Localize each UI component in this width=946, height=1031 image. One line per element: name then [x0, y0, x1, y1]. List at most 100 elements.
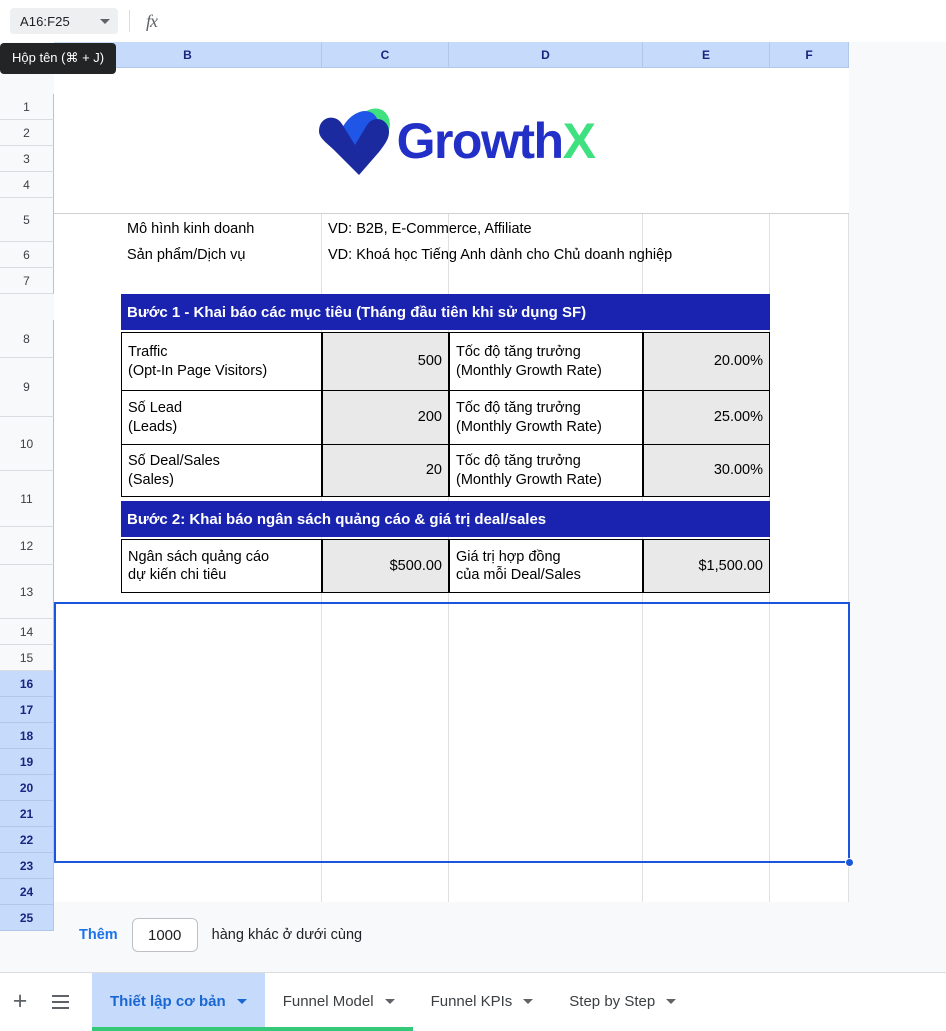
cell-b6-business-model-label[interactable]: Mô hình kinh doanh: [121, 216, 322, 242]
sheet-tab-3[interactable]: Step by Step: [551, 973, 694, 1031]
row-header-5[interactable]: 5: [0, 198, 54, 242]
cell-b10-leads-label[interactable]: Số Lead (Leads): [121, 391, 322, 445]
add-rows-count-input[interactable]: 1000: [132, 918, 198, 952]
row-header-14[interactable]: 14: [0, 619, 54, 645]
cell-b7-product-label[interactable]: Sản phẩm/Dịch vụ: [121, 242, 322, 268]
column-label: E: [702, 48, 710, 62]
column-header-d[interactable]: D: [449, 42, 643, 68]
cell-d13-deal-label[interactable]: Giá trị hợp đồng của mỗi Deal/Sales: [449, 539, 643, 593]
row-header-8[interactable]: 8: [0, 320, 54, 358]
row-header-4[interactable]: 4: [0, 172, 54, 198]
column-label: C: [381, 48, 390, 62]
divider: [129, 10, 130, 32]
cell-d9-growth-label[interactable]: Tốc độ tăng trưởng (Monthly Growth Rate): [449, 332, 643, 391]
section-2-banner[interactable]: Bước 2: Khai báo ngân sách quảng cáo & g…: [121, 501, 770, 537]
row-label: 11: [20, 492, 32, 506]
row-header-21[interactable]: 21: [0, 801, 54, 827]
row-header-15[interactable]: 15: [0, 645, 54, 671]
row-header-6[interactable]: 6: [0, 242, 54, 268]
row-label: 12: [20, 539, 33, 553]
row-label: 5: [23, 213, 30, 227]
add-rows-tail-label: hàng khác ở dưới cùng: [212, 927, 362, 943]
cell-c11-sales-value[interactable]: 20: [322, 445, 449, 497]
logo-word-accent: X: [563, 113, 595, 169]
sheet-tab-label: Thiết lập cơ bản: [110, 993, 226, 1010]
label-vi: Số Lead: [128, 399, 182, 417]
spreadsheet-grid[interactable]: B C D E F 123456789101112131415161718192…: [0, 42, 946, 972]
chevron-down-icon[interactable]: [523, 999, 533, 1004]
cell-c10-leads-value[interactable]: 200: [322, 391, 449, 445]
sheet-tab-bar: + Thiết lập cơ bản Funnel Model Funnel KPI…: [0, 972, 946, 1030]
row-header-11[interactable]: 11: [0, 471, 54, 527]
row-header-22[interactable]: 22: [0, 827, 54, 853]
cell-b13-budget-label[interactable]: Ngân sách quảng cáo dự kiến chi tiêu: [121, 539, 322, 593]
row-header-17[interactable]: 17: [0, 697, 54, 723]
row-label: 19: [20, 755, 33, 769]
cell-c6-business-model-value[interactable]: VD: B2B, E-Commerce, Affiliate: [322, 216, 782, 242]
row-label: 24: [20, 885, 33, 899]
column-header-c[interactable]: C: [322, 42, 449, 68]
cell-d10-growth-label[interactable]: Tốc độ tăng trưởng (Monthly Growth Rate): [449, 391, 643, 445]
cell-e11-growth-value[interactable]: 30.00%: [643, 445, 770, 497]
cell-c13-budget-value[interactable]: $500.00: [322, 539, 449, 593]
formula-input[interactable]: [157, 8, 946, 34]
row-header-19[interactable]: 19: [0, 749, 54, 775]
sheet-tab-1[interactable]: Funnel Model: [265, 973, 413, 1031]
function-icon[interactable]: fx: [146, 11, 157, 32]
row-header-12[interactable]: 12: [0, 527, 54, 565]
name-box-value: A16:F25: [20, 14, 70, 29]
row-header-3[interactable]: 3: [0, 146, 54, 172]
chevron-down-icon[interactable]: [385, 999, 395, 1004]
row-header-2[interactable]: 2: [0, 120, 54, 146]
cell-e9-growth-value[interactable]: 20.00%: [643, 332, 770, 391]
column-header-f[interactable]: F: [770, 42, 849, 68]
logo-banner-cell: GrowthX: [54, 68, 849, 214]
row-header-20[interactable]: 20: [0, 775, 54, 801]
column-label: F: [805, 48, 812, 62]
sheet-tab-0[interactable]: Thiết lập cơ bản: [92, 973, 265, 1031]
sheet-tab-2[interactable]: Funnel KPIs: [413, 973, 552, 1031]
label-vi: Ngân sách quảng cáo: [128, 548, 269, 566]
chevron-down-icon[interactable]: [666, 999, 676, 1004]
cell-d11-growth-label[interactable]: Tốc độ tăng trưởng (Monthly Growth Rate): [449, 445, 643, 497]
label-vi: Tốc độ tăng trưởng: [456, 343, 581, 361]
cell-b11-sales-label[interactable]: Số Deal/Sales (Sales): [121, 445, 322, 497]
growthx-logo: GrowthX: [309, 105, 595, 177]
row-header-13[interactable]: 13: [0, 565, 54, 619]
row-header-24[interactable]: 24: [0, 879, 54, 905]
label-en: của mỗi Deal/Sales: [456, 566, 581, 584]
name-box[interactable]: A16:F25: [10, 8, 118, 34]
row-header-9[interactable]: 9: [0, 358, 54, 417]
row-label: 21: [20, 807, 33, 821]
row-header-16[interactable]: 16: [0, 671, 54, 697]
cell-e13-deal-value[interactable]: $1,500.00: [643, 539, 770, 593]
row-label: 16: [20, 677, 33, 691]
logo-word-primary: Growth: [397, 113, 563, 169]
label-vi: Tốc độ tăng trưởng: [456, 452, 581, 470]
sheet-tab-label: Funnel Model: [283, 993, 374, 1010]
add-sheet-button[interactable]: +: [0, 982, 40, 1022]
all-sheets-button[interactable]: [40, 982, 80, 1022]
row-header-1[interactable]: 1: [0, 94, 54, 120]
row-header-25[interactable]: 25: [0, 905, 54, 931]
add-rows-link[interactable]: Thêm: [79, 927, 118, 943]
row-header-18[interactable]: 18: [0, 723, 54, 749]
column-header-e[interactable]: E: [643, 42, 770, 68]
section-1-banner[interactable]: Bước 1 - Khai báo các mục tiêu (Tháng đầ…: [121, 294, 770, 330]
row-label: 18: [20, 729, 33, 743]
cell-c7-product-value[interactable]: VD: Khoá học Tiếng Anh dành cho Chủ doan…: [322, 242, 782, 268]
cell-e10-growth-value[interactable]: 25.00%: [643, 391, 770, 445]
row-header-10[interactable]: 10: [0, 417, 54, 471]
selection-fill-handle[interactable]: [845, 858, 854, 867]
hamburger-icon: [52, 995, 69, 1009]
chevron-down-icon[interactable]: [100, 19, 110, 24]
row-label: 17: [20, 703, 33, 717]
cell-b9-traffic-label[interactable]: Traffic (Opt-In Page Visitors): [121, 332, 322, 391]
row-label: 6: [23, 248, 30, 262]
row-header-7[interactable]: 7: [0, 268, 54, 294]
label-vi: Tốc độ tăng trưởng: [456, 399, 581, 417]
row-header-23[interactable]: 23: [0, 853, 54, 879]
cell-c9-traffic-value[interactable]: 500: [322, 332, 449, 391]
row-label: 9: [23, 380, 30, 394]
chevron-down-icon[interactable]: [237, 999, 247, 1004]
